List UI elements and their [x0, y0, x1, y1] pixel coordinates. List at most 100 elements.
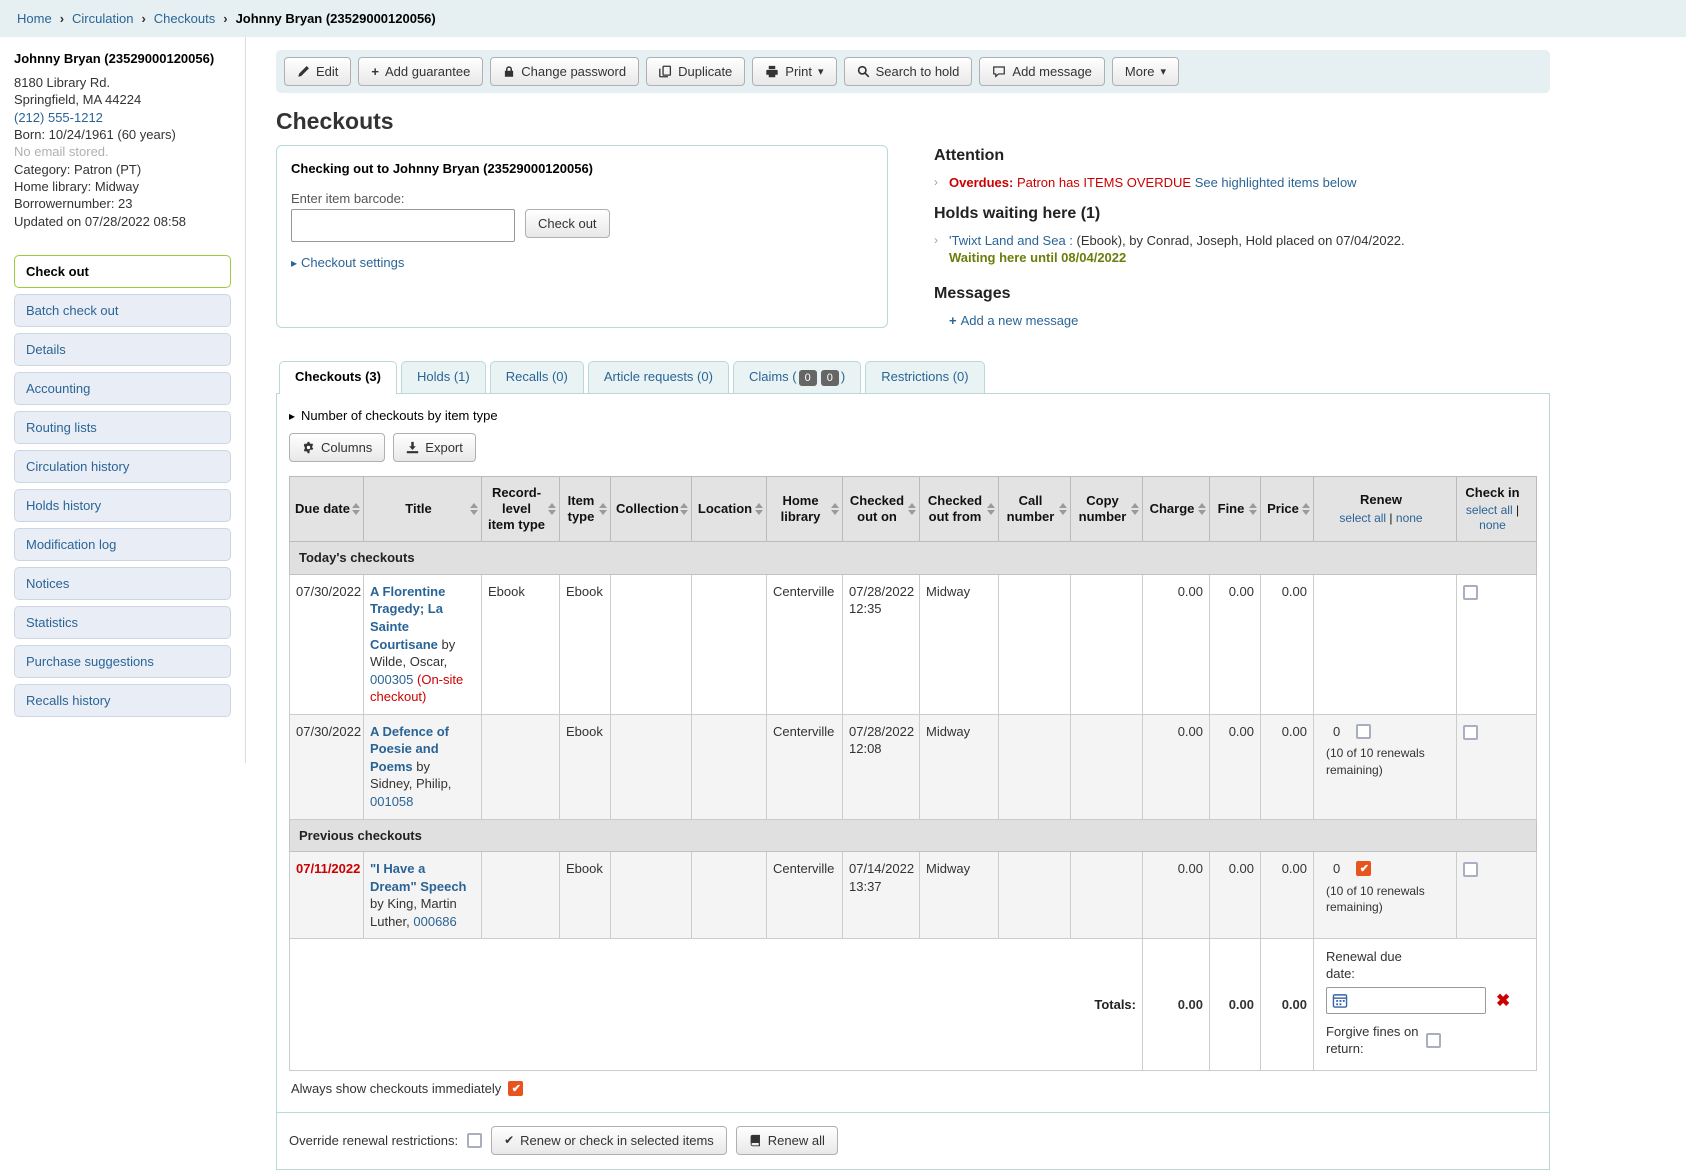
add-message-button[interactable]: Add message [979, 57, 1105, 86]
tab-article-requests[interactable]: Article requests (0) [588, 361, 729, 393]
header-call-number[interactable]: Call number [999, 476, 1071, 542]
breadcrumb-checkouts[interactable]: Checkouts [154, 11, 215, 26]
tab-checkouts[interactable]: Checkouts (3) [279, 361, 397, 394]
export-button[interactable]: Export [393, 433, 476, 462]
always-show-checkbox[interactable] [508, 1081, 523, 1096]
tab-holds[interactable]: Holds (1) [401, 361, 486, 393]
header-fine[interactable]: Fine [1210, 476, 1261, 542]
sort-icon [599, 503, 607, 515]
override-restrictions-checkbox[interactable] [467, 1133, 482, 1148]
header-copy-number[interactable]: Copy number [1071, 476, 1143, 542]
home-library-cell: Centerville [767, 714, 843, 819]
barcode-input[interactable] [291, 209, 515, 242]
sidebar-item-holds-history[interactable]: Holds history [14, 489, 231, 522]
sidebar-item-modification-log[interactable]: Modification log [14, 528, 231, 561]
more-button[interactable]: More ▾ [1112, 57, 1179, 86]
sidebar-item-notices[interactable]: Notices [14, 567, 231, 600]
check-in-checkbox[interactable] [1463, 585, 1478, 600]
check-in-checkbox[interactable] [1463, 862, 1478, 877]
sort-icon [1059, 503, 1067, 515]
sidebar-item-routing-lists[interactable]: Routing lists [14, 411, 231, 444]
renew-select-none-link[interactable]: none [1396, 511, 1423, 525]
duplicate-button[interactable]: Duplicate [646, 57, 745, 86]
item-barcode-link[interactable]: 001058 [370, 794, 413, 809]
attention-column: Attention › Overdues: Patron has ITEMS O… [934, 145, 1550, 328]
sidebar-item-statistics[interactable]: Statistics [14, 606, 231, 639]
always-show-label: Always show checkouts immediately [291, 1081, 501, 1096]
download-icon [406, 441, 419, 454]
breadcrumb-home[interactable]: Home [17, 11, 52, 26]
header-location[interactable]: Location [692, 476, 767, 542]
item-barcode-link[interactable]: 000305 [370, 672, 413, 687]
renewals-remaining-note: (10 of 10 renewals remaining) [1320, 883, 1450, 915]
title-link[interactable]: A Florentine Tragedy; La Sainte Courtisa… [370, 584, 445, 652]
sidebar-item-batch-check-out[interactable]: Batch check out [14, 294, 231, 327]
checkin-select-all-link[interactable]: select all [1466, 503, 1513, 517]
renew-all-button[interactable]: Renew all [736, 1126, 838, 1155]
sidebar-item-check-out[interactable]: Check out [14, 255, 231, 288]
tab-recalls[interactable]: Recalls (0) [490, 361, 584, 393]
breadcrumb-circulation[interactable]: Circulation [72, 11, 133, 26]
print-button[interactable]: Print ▾ [752, 57, 836, 86]
header-item-type[interactable]: Item type [560, 476, 611, 542]
search-to-hold-button[interactable]: Search to hold [844, 57, 973, 86]
forgive-fines-checkbox[interactable] [1426, 1033, 1441, 1048]
add-new-message-link[interactable]: +Add a new message [949, 313, 1078, 328]
header-checked-out-from[interactable]: Checked out from [920, 476, 999, 542]
checking-out-box: Checking out to Johnny Bryan (2352900012… [276, 145, 888, 328]
sidebar-item-details[interactable]: Details [14, 333, 231, 366]
header-due-date[interactable]: Due date [290, 476, 364, 542]
location-cell [692, 714, 767, 819]
columns-button[interactable]: Columns [289, 433, 385, 462]
hold-title-link[interactable]: 'Twixt Land and Sea : [949, 233, 1073, 248]
renew-checkbox[interactable] [1356, 724, 1371, 739]
renew-selected-button[interactable]: ✔ Renew or check in selected items [491, 1126, 727, 1155]
patron-phone-link[interactable]: (212) 555-1212 [14, 110, 103, 125]
tab-claims[interactable]: Claims (00) [733, 361, 861, 393]
clear-date-icon[interactable]: ✖ [1496, 992, 1510, 1009]
holds-waiting-title: Holds waiting here (1) [934, 205, 1550, 223]
header-collection[interactable]: Collection [611, 476, 692, 542]
overdue-due-date: 07/11/2022 [296, 861, 360, 876]
checkin-select-none-link[interactable]: none [1479, 518, 1506, 532]
patron-sidebar: Johnny Bryan (23529000120056) 8180 Libra… [0, 37, 246, 763]
checkout-settings-link[interactable]: ▸Checkout settings [291, 255, 873, 270]
checkouts-by-itemtype-toggle[interactable]: ▸Number of checkouts by item type [289, 408, 1537, 423]
header-price[interactable]: Price [1261, 476, 1314, 542]
edit-button[interactable]: Edit [284, 57, 351, 86]
gear-icon [302, 441, 315, 454]
record-level-cell [482, 714, 560, 819]
patron-category: Category: Patron (PT) [14, 162, 231, 177]
sort-icon [352, 503, 360, 515]
check-in-checkbox[interactable] [1463, 725, 1478, 740]
sidebar-item-circulation-history[interactable]: Circulation history [14, 450, 231, 483]
tab-restrictions[interactable]: Restrictions (0) [865, 361, 984, 393]
renew-select-all-link[interactable]: select all [1339, 511, 1386, 525]
item-barcode-link[interactable]: 000686 [413, 914, 456, 929]
book-icon [749, 1134, 762, 1147]
header-home-library[interactable]: Home library [767, 476, 843, 542]
title-link[interactable]: "I Have a Dream" Speech [370, 861, 466, 894]
check-out-button[interactable]: Check out [525, 209, 610, 238]
claims-badge: 0 [799, 370, 817, 386]
renewal-due-date-input[interactable] [1326, 987, 1486, 1014]
see-highlighted-items-link[interactable]: See highlighted items below [1195, 175, 1357, 190]
calendar-icon [1332, 993, 1348, 1008]
header-title[interactable]: Title [364, 476, 482, 542]
pencil-icon [297, 65, 310, 78]
sidebar-item-accounting[interactable]: Accounting [14, 372, 231, 405]
checkouts-table: Due date Title Record-level item type It… [289, 476, 1537, 1071]
change-password-button[interactable]: Change password [490, 57, 639, 86]
header-record-level-item-type[interactable]: Record-level item type [482, 476, 560, 542]
main-content: Edit + Add guarantee Change password Dup… [246, 37, 1686, 1170]
sidebar-item-purchase-suggestions[interactable]: Purchase suggestions [14, 645, 231, 678]
add-guarantee-button[interactable]: + Add guarantee [358, 57, 483, 86]
renew-checkbox[interactable] [1356, 861, 1371, 876]
header-charge[interactable]: Charge [1143, 476, 1210, 542]
title-link[interactable]: A Defence of Poesie and Poems [370, 724, 449, 774]
header-renew: Renew select all | none [1314, 476, 1457, 542]
header-checked-out-on[interactable]: Checked out on [843, 476, 920, 542]
sidebar-item-recalls-history[interactable]: Recalls history [14, 684, 231, 717]
totals-label: Totals: [290, 939, 1143, 1071]
checked-out-from-cell: Midway [920, 852, 999, 939]
